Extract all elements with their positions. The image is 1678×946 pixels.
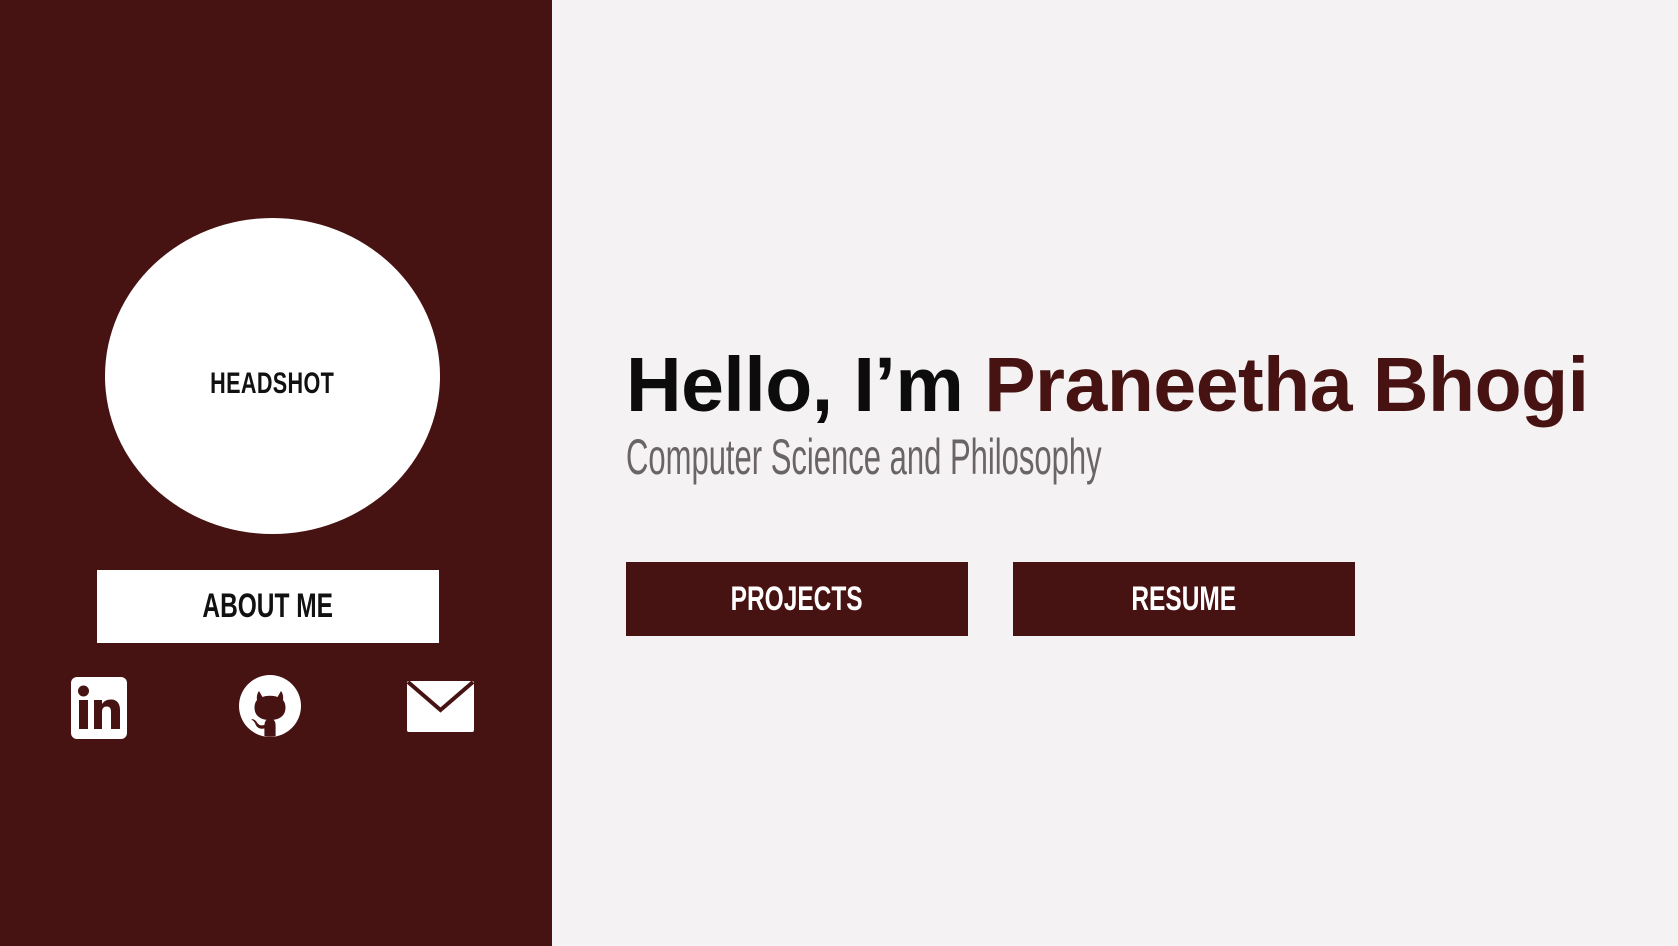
hero-title: Hello, I’m Praneetha Bhogi: [626, 335, 1589, 435]
hero-name: Praneetha Bhogi: [984, 342, 1589, 428]
headshot-label: HEADSHOT: [210, 367, 335, 400]
mail-icon: [407, 681, 474, 732]
github-link[interactable]: [238, 673, 302, 739]
linkedin-link[interactable]: [71, 677, 127, 739]
sidebar: HEADSHOT ABOUT ME: [0, 0, 552, 946]
about-me-button[interactable]: ABOUT ME: [97, 570, 439, 643]
hero: Hello, I’m Praneetha Bhogi Computer Scie…: [626, 335, 1589, 487]
headshot-placeholder: HEADSHOT: [105, 218, 440, 534]
about-me-label: ABOUT ME: [202, 587, 334, 625]
projects-label: PROJECTS: [731, 579, 863, 618]
github-icon: [239, 675, 301, 737]
linkedin-icon: [71, 677, 127, 739]
page: HEADSHOT ABOUT ME Hello, I’m Praneetha B…: [0, 0, 1678, 946]
hero-subtitle: Computer Science and Philosophy: [626, 429, 1102, 485]
resume-label: RESUME: [1131, 579, 1237, 618]
projects-button[interactable]: PROJECTS: [626, 562, 968, 636]
email-link[interactable]: [407, 681, 474, 732]
hero-greeting: Hello, I’m: [626, 342, 964, 428]
resume-button[interactable]: RESUME: [1013, 562, 1355, 636]
